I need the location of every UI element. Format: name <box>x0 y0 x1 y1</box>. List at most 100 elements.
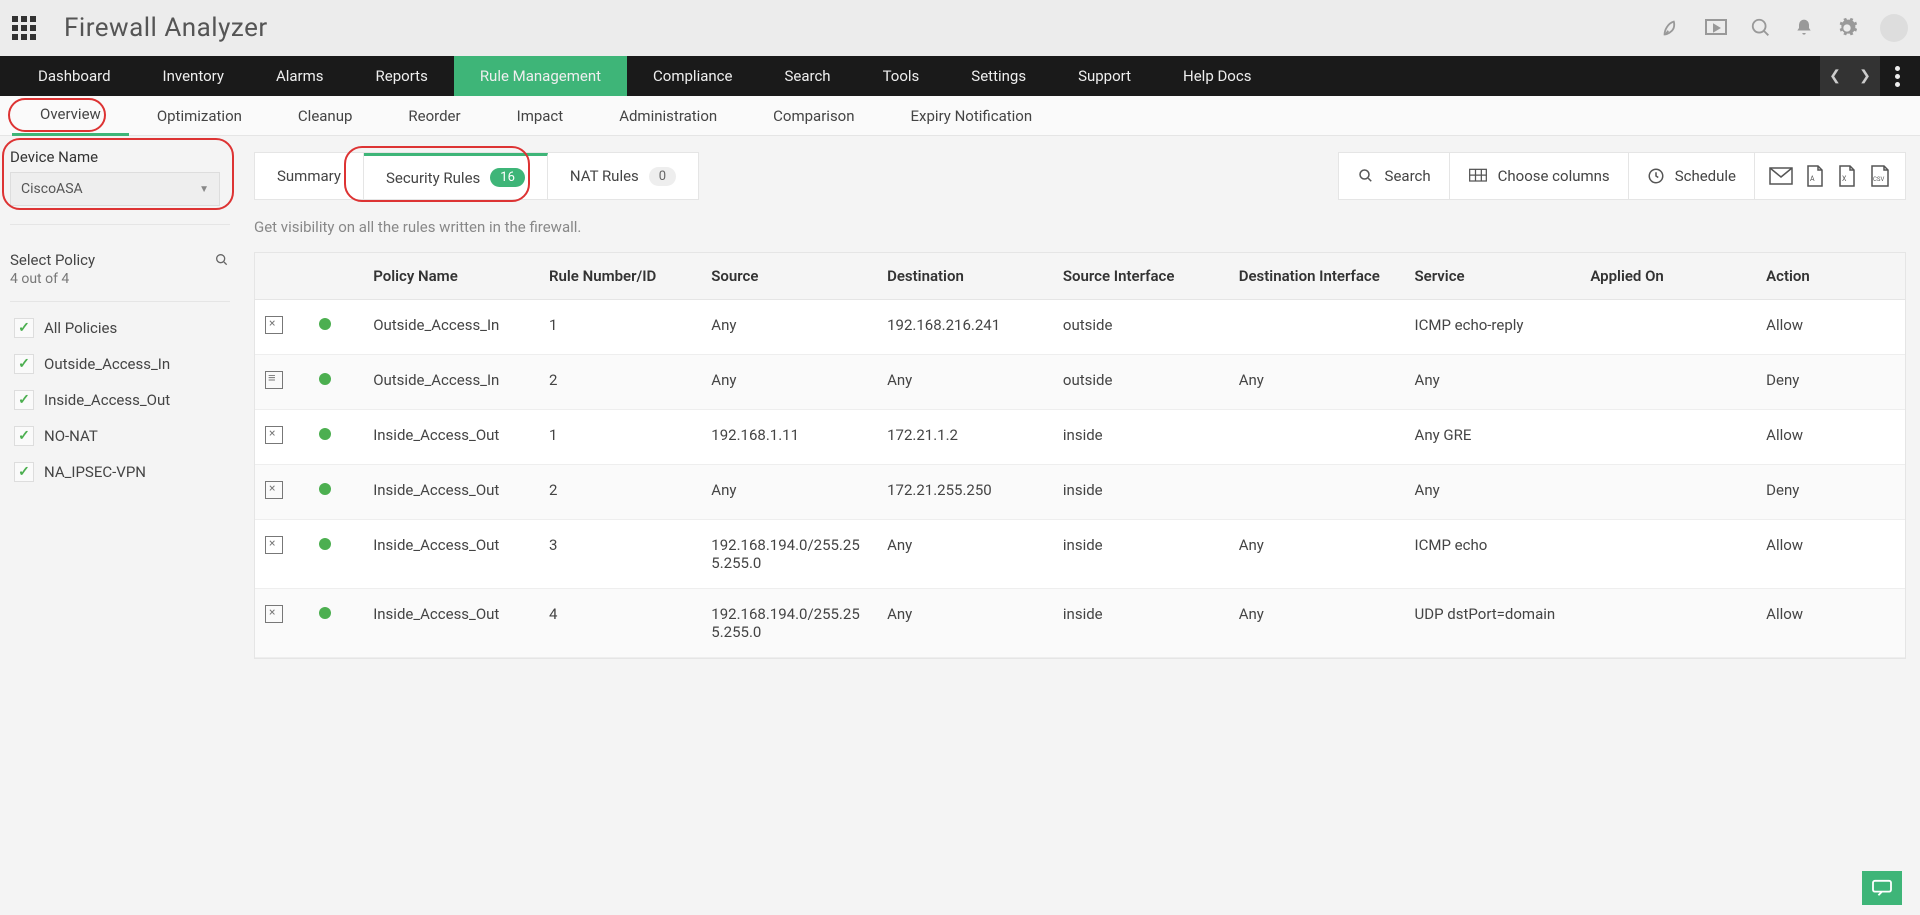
col-rule-id[interactable]: Rule Number/ID <box>539 253 701 300</box>
status-dot-icon <box>319 538 331 550</box>
table-row[interactable]: Inside_Access_Out 2 Any 172.21.255.250 i… <box>255 465 1905 520</box>
cell-source-interface: outside <box>1053 355 1229 410</box>
col-action[interactable]: Action <box>1756 253 1905 300</box>
nav-help-docs[interactable]: Help Docs <box>1157 56 1277 96</box>
col-service[interactable]: Service <box>1405 253 1581 300</box>
cell-policy-name: Inside_Access_Out <box>363 410 539 465</box>
col-policy-name[interactable]: Policy Name <box>363 253 539 300</box>
row-doc-icon[interactable] <box>265 371 283 389</box>
cell-destination: Any <box>877 355 1053 410</box>
col-source[interactable]: Source <box>701 253 877 300</box>
status-dot-icon <box>319 373 331 385</box>
table-row[interactable]: Outside_Access_In 2 Any Any outside Any … <box>255 355 1905 410</box>
device-select[interactable]: CiscoASA ▼ <box>10 172 220 206</box>
policy-search-icon[interactable] <box>214 252 230 268</box>
subnav-optimization[interactable]: Optimization <box>129 96 270 136</box>
col-applied-on[interactable]: Applied On <box>1580 253 1756 300</box>
nav-tools[interactable]: Tools <box>857 56 946 96</box>
export-mail-icon[interactable] <box>1769 167 1793 185</box>
subnav-overview[interactable]: Overview <box>12 96 129 136</box>
search-icon <box>1357 167 1375 185</box>
nav-support[interactable]: Support <box>1052 56 1157 96</box>
row-doc-icon[interactable] <box>265 316 283 334</box>
row-doc-icon[interactable] <box>265 536 283 554</box>
cell-action: Allow <box>1756 300 1905 355</box>
cell-rule-id: 4 <box>539 589 701 658</box>
policy-item-inside-access-out[interactable]: ✓Inside_Access_Out <box>10 382 230 418</box>
cell-action: Deny <box>1756 355 1905 410</box>
cell-rule-id: 1 <box>539 410 701 465</box>
subnav-administration[interactable]: Administration <box>591 96 745 136</box>
policy-count: 4 out of 4 <box>10 271 230 287</box>
policy-item-na-ipsec-vpn[interactable]: ✓NA_IPSEC-VPN <box>10 454 230 490</box>
nav-search[interactable]: Search <box>758 56 856 96</box>
svg-text:A: A <box>1810 175 1815 183</box>
apps-launcher-icon[interactable] <box>12 16 36 40</box>
main-panel: Summary Security Rules 16 NAT Rules 0 Se… <box>240 136 1920 659</box>
cell-service: UDP dstPort=domain <box>1405 589 1581 658</box>
table-row[interactable]: Inside_Access_Out 4 192.168.194.0/255.25… <box>255 589 1905 658</box>
clock-icon <box>1647 167 1665 185</box>
row-doc-icon[interactable] <box>265 481 283 499</box>
nav-compliance[interactable]: Compliance <box>627 56 758 96</box>
tab-security-rules[interactable]: Security Rules 16 <box>364 153 548 199</box>
cell-source: Any <box>701 300 877 355</box>
chat-fab[interactable] <box>1862 871 1902 905</box>
nav-inventory[interactable]: Inventory <box>137 56 250 96</box>
left-panel: Device Name CiscoASA ▼ Select Policy 4 o… <box>0 136 240 659</box>
nav-rule-management[interactable]: Rule Management <box>454 56 627 96</box>
nav-reports[interactable]: Reports <box>350 56 454 96</box>
policy-item-all[interactable]: ✓All Policies <box>10 310 230 346</box>
tab-nat-rules[interactable]: NAT Rules 0 <box>548 153 698 199</box>
search-button[interactable]: Search <box>1338 152 1450 200</box>
nav-prev-icon[interactable]: ❮ <box>1820 56 1850 96</box>
nav-next-icon[interactable]: ❯ <box>1850 56 1880 96</box>
subnav-expiry-notification[interactable]: Expiry Notification <box>883 96 1061 136</box>
col-destination[interactable]: Destination <box>877 253 1053 300</box>
svg-text:CSV: CSV <box>1873 176 1884 183</box>
policy-item-outside-access-in[interactable]: ✓Outside_Access_In <box>10 346 230 382</box>
schedule-button[interactable]: Schedule <box>1628 152 1755 200</box>
nav-alarms[interactable]: Alarms <box>250 56 350 96</box>
search-label: Search <box>1385 167 1431 185</box>
cell-source-interface: outside <box>1053 300 1229 355</box>
export-pdf-icon[interactable]: A <box>1805 165 1825 187</box>
columns-icon <box>1468 167 1488 185</box>
col-source-interface[interactable]: Source Interface <box>1053 253 1229 300</box>
status-dot-icon <box>319 428 331 440</box>
subnav-reorder[interactable]: Reorder <box>380 96 488 136</box>
table-row[interactable]: Outside_Access_In 1 Any 192.168.216.241 … <box>255 300 1905 355</box>
nav-more-icon[interactable] <box>1882 56 1912 96</box>
export-csv-icon[interactable]: CSV <box>1869 165 1891 187</box>
choose-columns-button[interactable]: Choose columns <box>1449 152 1629 200</box>
cell-rule-id: 2 <box>539 355 701 410</box>
nav-dashboard[interactable]: Dashboard <box>12 56 137 96</box>
subnav-comparison[interactable]: Comparison <box>745 96 882 136</box>
choose-columns-label: Choose columns <box>1498 167 1610 185</box>
gear-icon[interactable] <box>1836 17 1858 39</box>
cell-source: 192.168.194.0/255.255.255.0 <box>701 589 877 658</box>
bell-icon[interactable] <box>1794 17 1814 39</box>
tab-summary[interactable]: Summary <box>255 153 364 199</box>
table-row[interactable]: Inside_Access_Out 1 192.168.1.11 172.21.… <box>255 410 1905 465</box>
subnav-impact[interactable]: Impact <box>489 96 592 136</box>
status-dot-icon <box>319 318 331 330</box>
cell-destination-interface <box>1229 300 1405 355</box>
subnav-cleanup[interactable]: Cleanup <box>270 96 381 136</box>
cell-policy-name: Outside_Access_In <box>363 300 539 355</box>
policy-item-no-nat[interactable]: ✓NO-NAT <box>10 418 230 454</box>
search-icon[interactable] <box>1750 17 1772 39</box>
cell-destination-interface: Any <box>1229 589 1405 658</box>
user-avatar[interactable] <box>1880 14 1908 42</box>
rocket-icon[interactable] <box>1660 17 1682 39</box>
export-xls-icon[interactable]: X <box>1837 165 1857 187</box>
table-row[interactable]: Inside_Access_Out 3 192.168.194.0/255.25… <box>255 520 1905 589</box>
row-doc-icon[interactable] <box>265 426 283 444</box>
col-destination-interface[interactable]: Destination Interface <box>1229 253 1405 300</box>
presentation-icon[interactable] <box>1704 18 1728 38</box>
cell-applied-on <box>1580 355 1756 410</box>
row-doc-icon[interactable] <box>265 605 283 623</box>
check-icon: ✓ <box>14 426 34 446</box>
nav-settings[interactable]: Settings <box>945 56 1052 96</box>
cell-source: Any <box>701 355 877 410</box>
